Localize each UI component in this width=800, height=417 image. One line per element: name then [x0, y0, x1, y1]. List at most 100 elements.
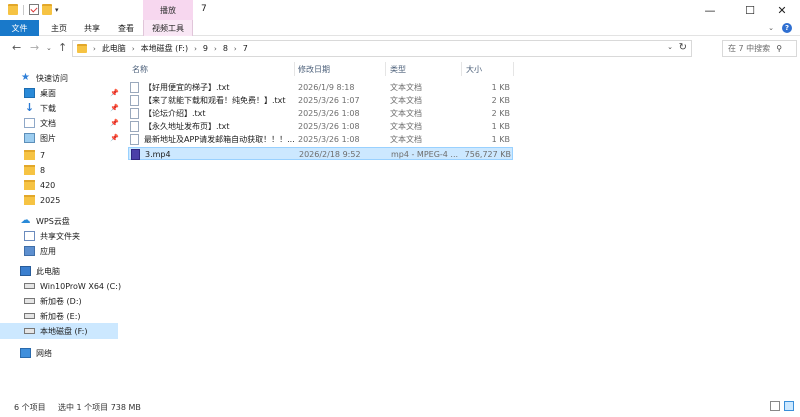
- computer-icon: [20, 266, 31, 276]
- file-row[interactable]: 【来了就能下载和观看！纯免费！】.txt 2025/3/26 1:07 文本文档…: [128, 94, 513, 107]
- column-divider[interactable]: [385, 62, 386, 76]
- column-header-name[interactable]: 名称: [132, 62, 148, 76]
- nav-drive-f[interactable]: 本地磁盘 (F:): [0, 323, 118, 339]
- file-row[interactable]: 【论坛介绍】.txt 2025/3/26 1:08 文本文档 2 KB: [128, 107, 513, 120]
- context-tab-play[interactable]: 播放: [143, 0, 193, 20]
- nav-item-folder-8[interactable]: 8: [24, 162, 144, 178]
- file-row[interactable]: 最新地址及APP请发邮箱自动获取！！！... 2025/3/26 1:08 文本…: [128, 133, 513, 146]
- text-file-icon: [130, 121, 139, 132]
- selection-info: 选中 1 个项目 738 MB: [58, 403, 141, 412]
- nav-item-folder-7[interactable]: 7: [24, 147, 144, 163]
- details-view-icon[interactable]: [770, 401, 780, 411]
- column-divider[interactable]: [513, 62, 514, 76]
- recent-locations-dropdown-icon[interactable]: ⌄: [46, 44, 52, 52]
- tab-view[interactable]: 查看: [112, 20, 140, 36]
- file-row-selected[interactable]: 3.mp4 2026/2/18 9:52 mp4 - MPEG-4 ... 75…: [128, 147, 513, 160]
- file-row[interactable]: 【永久地址发布页】.txt 2025/3/26 1:08 文本文档 1 KB: [128, 120, 513, 133]
- breadcrumb-9[interactable]: 9: [203, 44, 208, 53]
- file-date: 2025/3/26 1:08: [298, 109, 360, 118]
- file-row[interactable]: 【好用便宜的梯子】.txt 2026/1/9 8:18 文本文档 1 KB: [128, 81, 513, 94]
- refresh-icon[interactable]: ↻: [679, 42, 687, 53]
- breadcrumb-chevron-icon[interactable]: ›: [234, 45, 237, 53]
- column-header-date[interactable]: 修改日期: [298, 62, 330, 76]
- column-divider[interactable]: [461, 62, 462, 76]
- tab-home[interactable]: 主页: [45, 20, 73, 36]
- text-file-icon: [130, 134, 139, 145]
- tab-video-tools[interactable]: 视频工具: [143, 20, 193, 36]
- file-date: 2025/3/26 1:08: [298, 122, 360, 131]
- nav-drive-c[interactable]: Win10ProW X64 (C:): [24, 278, 144, 294]
- pin-icon[interactable]: 📌: [110, 89, 119, 97]
- expand-ribbon-icon[interactable]: ⌄: [768, 24, 774, 32]
- folder-icon: [8, 4, 18, 15]
- navigation-pane: ★ 快速访问 桌面 📌 ↓ 下载 📌 文档 📌 图片 📌 7 8 420 202…: [0, 62, 121, 397]
- pin-icon[interactable]: 📌: [110, 104, 119, 112]
- maximize-button[interactable]: ☐: [732, 0, 768, 20]
- item-count: 6 个项目: [14, 403, 46, 412]
- minimize-button[interactable]: —: [692, 0, 728, 20]
- breadcrumb-8[interactable]: 8: [223, 44, 228, 53]
- new-folder-icon[interactable]: [42, 4, 52, 15]
- file-size: 2 KB: [491, 96, 510, 105]
- file-type: 文本文档: [390, 83, 422, 92]
- close-button[interactable]: ✕: [764, 0, 800, 20]
- breadcrumb-chevron-icon[interactable]: ›: [194, 45, 197, 53]
- nav-quick-access[interactable]: ★ 快速访问: [20, 70, 140, 86]
- address-dropdown-icon[interactable]: ⌄: [667, 43, 673, 51]
- breadcrumb-this-pc[interactable]: 此电脑: [102, 43, 126, 54]
- nav-item-desktop[interactable]: 桌面: [24, 85, 144, 101]
- search-placeholder: 在 7 中搜索: [728, 44, 771, 53]
- pin-icon[interactable]: 📌: [110, 134, 119, 142]
- nav-item-folder-2025[interactable]: 2025: [24, 192, 144, 208]
- properties-icon[interactable]: [29, 4, 39, 15]
- breadcrumb-drive-f[interactable]: 本地磁盘 (F:): [141, 43, 188, 54]
- nav-label: 新加卷 (E:): [40, 311, 81, 321]
- network-icon: [20, 348, 31, 358]
- nav-item-pictures[interactable]: 图片: [24, 130, 144, 146]
- nav-item-downloads[interactable]: ↓ 下载: [24, 100, 144, 116]
- forward-arrow-icon[interactable]: →: [30, 41, 39, 54]
- search-input[interactable]: 在 7 中搜索 ⚲: [722, 40, 797, 57]
- nav-network[interactable]: 网络: [20, 345, 140, 361]
- nav-item-documents[interactable]: 文档: [24, 115, 144, 131]
- large-icons-view-icon[interactable]: [784, 401, 794, 411]
- breadcrumb-chevron-icon[interactable]: ›: [132, 45, 135, 53]
- nav-drive-e[interactable]: 新加卷 (E:): [24, 308, 144, 324]
- nav-drive-d[interactable]: 新加卷 (D:): [24, 293, 144, 309]
- text-file-icon: [130, 95, 139, 106]
- download-icon: ↓: [24, 101, 35, 114]
- file-date: 2025/3/26 1:08: [298, 135, 360, 144]
- nav-wps-cloud[interactable]: ☁ WPS云盘: [20, 213, 140, 229]
- help-icon[interactable]: ?: [782, 23, 792, 33]
- picture-icon: [24, 133, 35, 143]
- column-header-type[interactable]: 类型: [390, 62, 406, 76]
- breadcrumb-chevron-icon[interactable]: ›: [93, 45, 96, 53]
- video-file-icon: [131, 149, 140, 160]
- nav-item-shared-folder[interactable]: 共享文件夹: [24, 228, 144, 244]
- nav-this-pc[interactable]: 此电脑: [20, 263, 140, 279]
- file-size: 1 KB: [491, 122, 510, 131]
- customize-toolbar-dropdown-icon[interactable]: ▾: [55, 6, 59, 14]
- column-header-size[interactable]: 大小: [466, 62, 482, 76]
- column-divider[interactable]: [294, 62, 295, 76]
- folder-icon: [24, 150, 35, 160]
- drive-icon: [24, 283, 35, 289]
- up-arrow-icon[interactable]: ↑: [58, 41, 67, 54]
- tab-share[interactable]: 共享: [78, 20, 106, 36]
- nav-item-apps[interactable]: 应用: [24, 243, 144, 259]
- address-bar[interactable]: › 此电脑 › 本地磁盘 (F:) › 9 › 8 › 7 ⌄ ↻: [72, 40, 692, 57]
- drive-icon: [24, 328, 35, 334]
- breadcrumb-7[interactable]: 7: [243, 44, 248, 53]
- nav-label: 2025: [40, 195, 61, 205]
- nav-item-folder-420[interactable]: 420: [24, 177, 144, 193]
- text-file-icon: [130, 108, 139, 119]
- tab-file[interactable]: 文件: [0, 20, 39, 36]
- pin-icon[interactable]: 📌: [110, 119, 119, 127]
- back-arrow-icon[interactable]: ←: [12, 41, 21, 54]
- file-name: 最新地址及APP请发邮箱自动获取！！！...: [144, 135, 295, 144]
- search-icon: ⚲: [776, 44, 783, 53]
- nav-label: 新加卷 (D:): [40, 296, 82, 306]
- breadcrumb-chevron-icon[interactable]: ›: [214, 45, 217, 53]
- toolbar-divider: [23, 4, 24, 15]
- file-type: 文本文档: [390, 96, 422, 105]
